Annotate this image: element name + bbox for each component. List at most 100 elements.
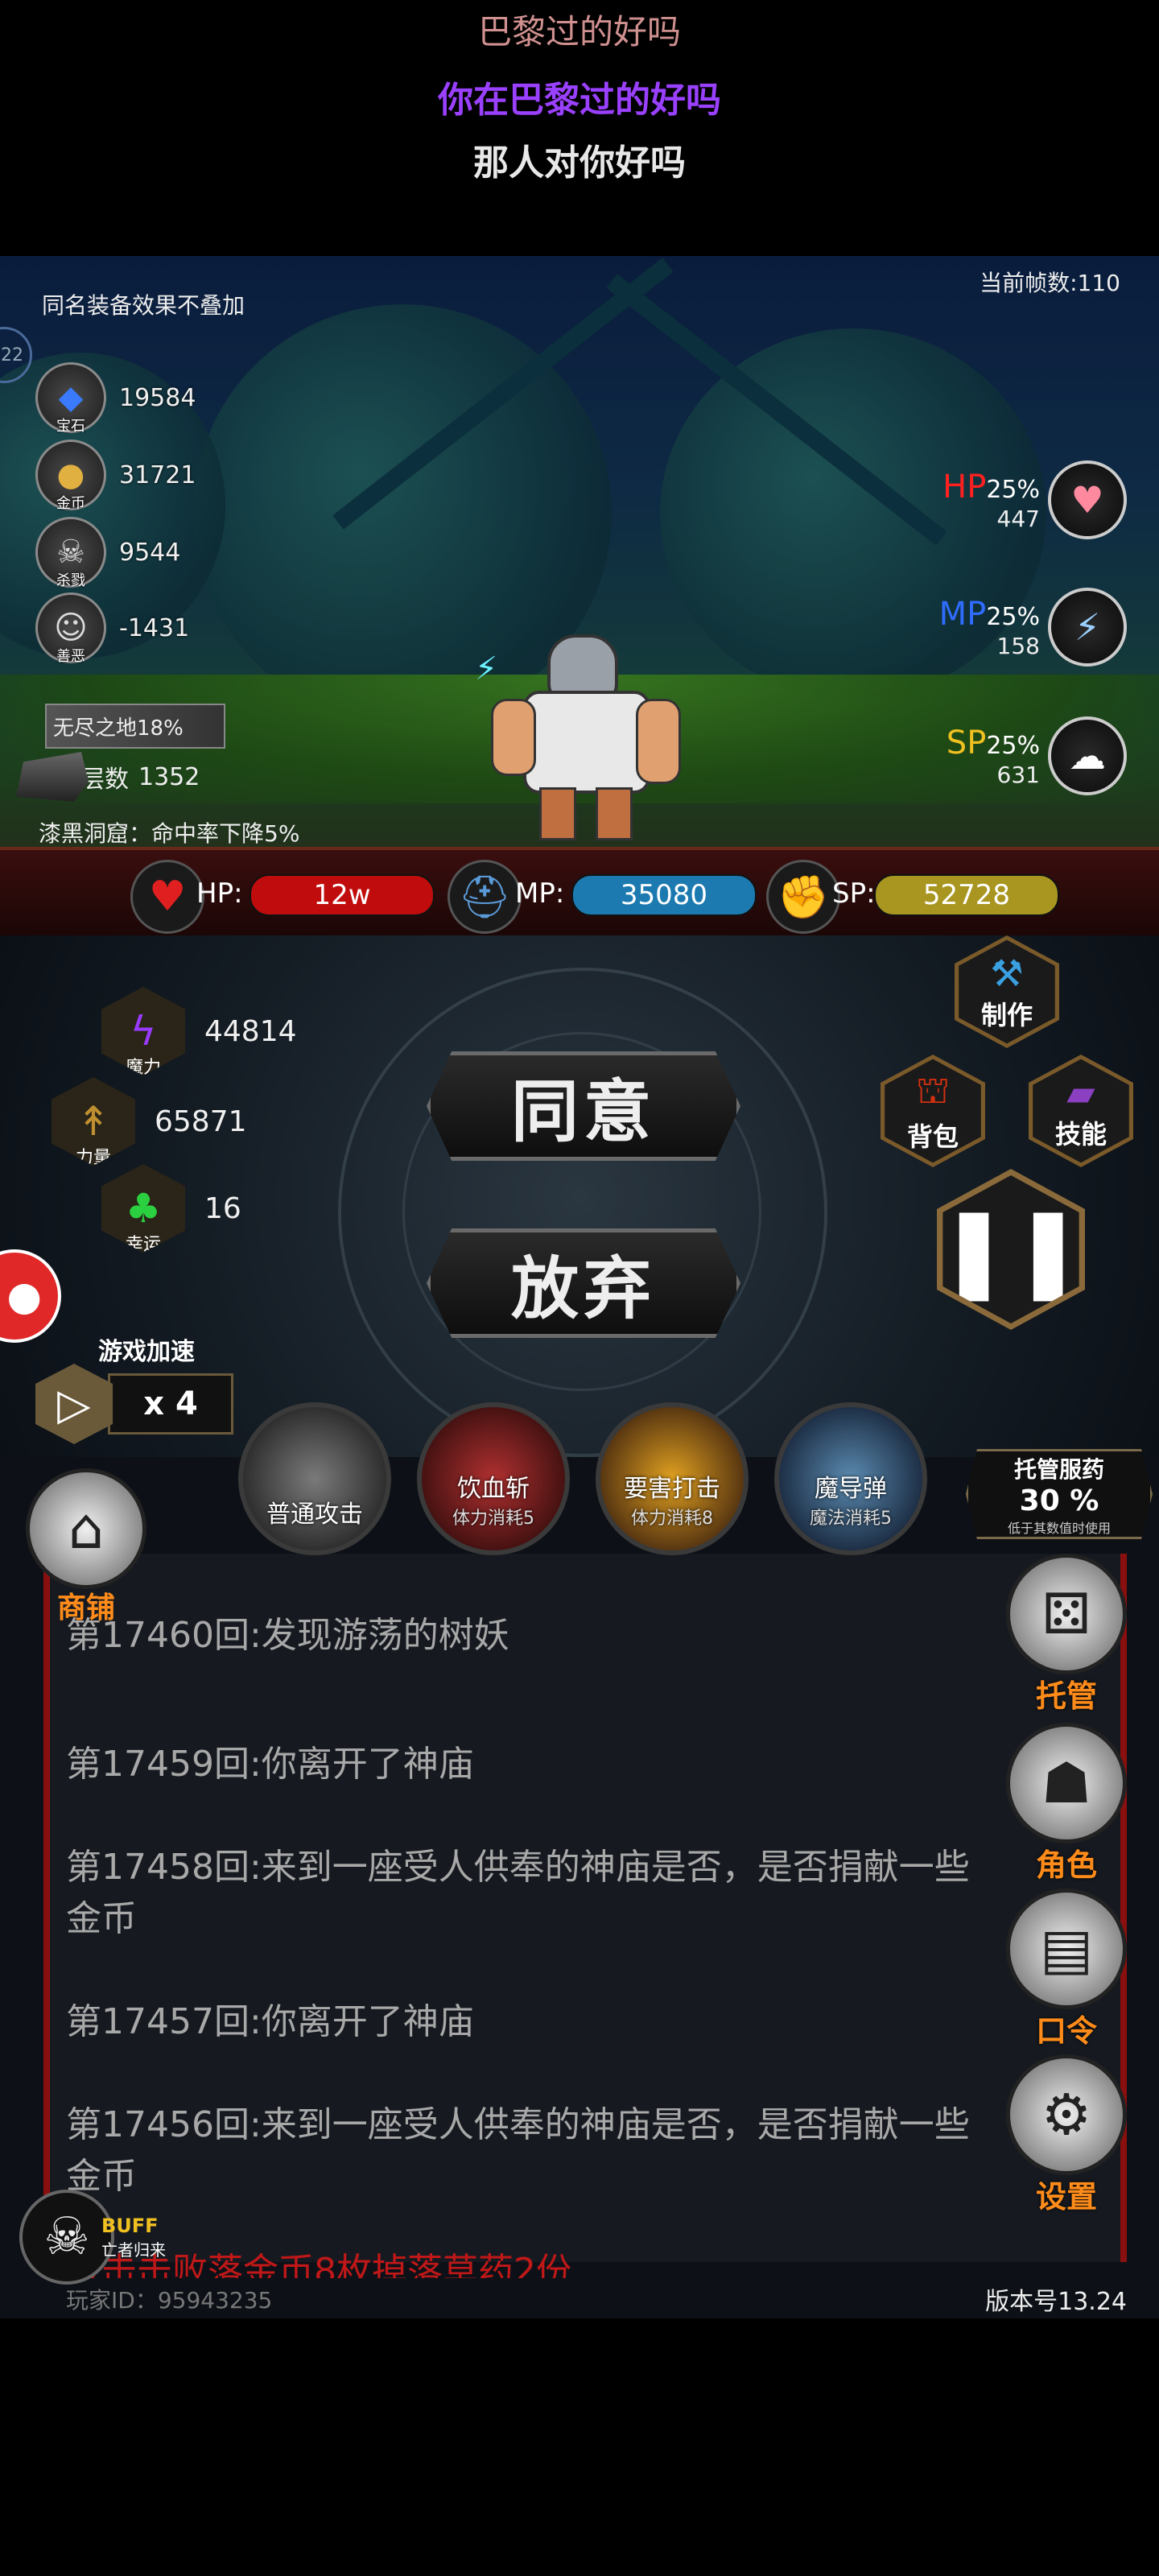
speed-button[interactable]: ▷ x 4 <box>35 1364 237 1444</box>
lyric-line-3: 那人对你好吗 <box>473 142 686 184</box>
luck-value: 16 <box>204 1191 241 1225</box>
skill-name: 普通攻击 <box>266 1501 363 1529</box>
attr-magic: ϟ 魔力 44814 <box>101 987 297 1075</box>
gem-icon: ◆ 宝石 <box>35 362 106 435</box>
bag-label: 背包 <box>906 1121 959 1152</box>
skill-normal-attack[interactable]: 普通攻击 <box>238 1402 391 1555</box>
realm-label: 无尽之地18% <box>53 716 184 741</box>
buff-title: BUFF <box>101 2214 159 2237</box>
kill-value: 9544 <box>119 538 181 567</box>
mp-potion-icon[interactable]: ⚡ <box>1048 588 1127 667</box>
code-label: 口令 <box>1035 2013 1097 2049</box>
speed-value: x 4 <box>143 1385 198 1422</box>
auto-potion-setting[interactable]: 托管服药 30 % 低于其数值时使用 <box>966 1449 1153 1539</box>
settings-button[interactable]: ⚙ 设置 <box>1006 2054 1127 2216</box>
status-bar: ♥ HP: 12w ⛑ MP: 35080 ✊ SP: 52728 <box>0 847 1159 942</box>
log-panel: 第17460回:发现游荡的树妖 第17459回:你离开了神庙 第17458回:来… <box>0 1449 1159 2318</box>
agree-button[interactable]: 同意 <box>427 1051 740 1161</box>
auto-label: 托管 <box>1035 1678 1097 1714</box>
user-icon: ● <box>6 1273 42 1319</box>
log-entry: 被击击败落金币8枚掉落草药2份 <box>66 2251 571 2278</box>
backpack-icon: ⛫ <box>915 1068 951 1112</box>
auto-potion-pct: 30 % <box>1019 1484 1099 1517</box>
dice-icon: ⚄ <box>1006 1554 1127 1674</box>
bag-button[interactable]: ⛫ 背包 <box>881 1055 985 1167</box>
strength-value: 65871 <box>155 1104 247 1138</box>
log-entry: 第17459回:你离开了神庙 <box>66 1744 474 1785</box>
skill-cost: 体力消耗5 <box>452 1509 534 1529</box>
same-name-notice: 同名装备效果不叠加 <box>42 292 245 319</box>
muscle-icon: ✊ <box>766 860 840 934</box>
mask-icon: ☺ 善恶 <box>35 592 106 665</box>
sp-value: 52728 <box>922 879 1011 911</box>
lyric-line-2: 你在巴黎过的好吗 <box>438 80 721 121</box>
sp-bar: 52728 <box>874 874 1059 916</box>
skill-magic-missile[interactable]: 魔导弹 魔法消耗5 <box>774 1402 927 1555</box>
abandon-label: 放弃 <box>510 1249 656 1328</box>
resource-kill: ☠ 杀戮 9544 <box>35 517 181 589</box>
user-avatar-button[interactable]: ● <box>0 1249 61 1343</box>
resource-coin: ● 金币 31721 <box>35 440 196 512</box>
mp-label: MP: <box>515 877 565 910</box>
floor-value: 1352 <box>138 762 200 791</box>
sp-food-icon[interactable]: ☁ <box>1048 716 1127 795</box>
auto-button[interactable]: ⚄ 托管 <box>1006 1554 1127 1715</box>
realm-banner: 无尽之地18% <box>45 704 225 749</box>
action-panel: ϟ 魔力 44814 ↟ 力量 65871 ♣ 幸运 16 同意 放弃 ⚒ 制作 ⛫ … <box>0 935 1159 1457</box>
auto-potion-title: 托管服药 <box>1013 1455 1104 1483</box>
coin-value: 31721 <box>119 460 196 489</box>
craft-label: 制作 <box>980 1000 1033 1030</box>
lyric-line-1: 巴黎过的好吗 <box>477 12 681 52</box>
frame-counter: 当前帧数:110 <box>980 270 1120 296</box>
player-id: 玩家ID：95943235 <box>66 2287 273 2314</box>
skill-vital-strike[interactable]: 要害打击 体力消耗8 <box>596 1402 749 1555</box>
pause-button[interactable]: ❚❚ <box>937 1169 1085 1330</box>
buff-indicator[interactable]: ☠ BUFF 亡者归来 <box>19 2190 166 2285</box>
log-entry: 第17460回:发现游荡的树妖 <box>66 1615 509 1656</box>
shop-button[interactable]: ⌂ 商铺 <box>26 1468 146 1626</box>
gem-value: 19584 <box>119 383 196 412</box>
settings-label: 设置 <box>1035 2179 1097 2215</box>
character-label: 角色 <box>1035 1847 1097 1883</box>
skill-cost: 体力消耗8 <box>631 1509 713 1529</box>
log-entry: 第17458回:来到一座受人供奉的神庙是否，是否捐献一些金币 <box>66 1847 970 1939</box>
abandon-button[interactable]: 放弃 <box>427 1228 740 1338</box>
floor-counter: 层数 1352 <box>16 752 200 802</box>
skill-name: 饮血斩 <box>457 1475 530 1503</box>
skills-button[interactable]: ▰ 技能 <box>1029 1055 1133 1167</box>
hp-bar: 12w <box>250 874 435 916</box>
book-icon: ▰ <box>1066 1071 1095 1114</box>
play-icon: ▷ <box>35 1364 113 1444</box>
speed-value-box: x 4 <box>108 1373 233 1435</box>
helmet-icon: ⛑ <box>448 860 522 934</box>
heart-icon: ♥ <box>130 860 204 934</box>
hero-sprite: ⚡ <box>475 634 681 844</box>
auto-potion-sub: 低于其数值时使用 <box>1007 1520 1111 1536</box>
hp-potion-icon[interactable]: ♥ <box>1048 460 1127 539</box>
code-button[interactable]: ▤ 口令 <box>1006 1889 1127 2050</box>
strength-icon: ↟ 力量 <box>52 1077 135 1166</box>
coin-icon: ● 金币 <box>35 440 106 512</box>
skill-name: 要害打击 <box>624 1475 720 1503</box>
gear-icon: ⚙ <box>1006 2054 1127 2175</box>
floor-icon <box>16 752 89 802</box>
attr-strength: ↟ 力量 65871 <box>52 1077 247 1166</box>
craft-button[interactable]: ⚒ 制作 <box>955 935 1059 1048</box>
magic-icon: ϟ 魔力 <box>101 987 185 1075</box>
shop-label: 商铺 <box>56 1591 115 1624</box>
resource-gem: ◆ 宝石 19584 <box>35 362 196 435</box>
skill-cost: 魔法消耗5 <box>810 1509 892 1529</box>
character-button[interactable]: ☗ 角色 <box>1006 1723 1127 1885</box>
hooded-figure-icon: ☗ <box>1006 1723 1127 1843</box>
scroll-icon: ▤ <box>1006 1889 1127 2009</box>
magic-value: 44814 <box>204 1014 297 1048</box>
log-entry: 第17457回:你离开了神庙 <box>66 2001 474 2042</box>
skills-label: 技能 <box>1054 1119 1107 1150</box>
hp-label: HP: <box>196 877 243 910</box>
skill-blood-slash[interactable]: 饮血斩 体力消耗5 <box>417 1402 570 1555</box>
mp-bar: 35080 <box>571 874 757 916</box>
hp-stat: HP25% 447 ♥ <box>942 460 1127 539</box>
log-entry: 第17456回:来到一座受人供奉的神庙是否，是否捐献一些金币 <box>66 2104 970 2197</box>
hp-value: 12w <box>313 879 371 911</box>
skill-name: 魔导弹 <box>815 1475 887 1503</box>
